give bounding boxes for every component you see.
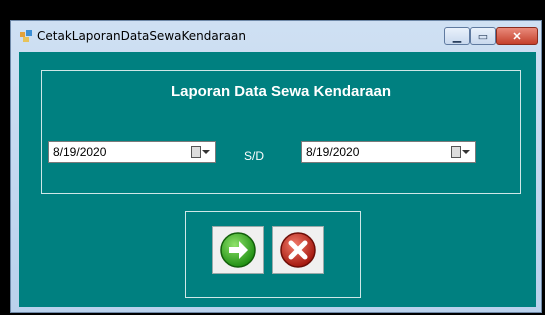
title-bar[interactable]: CetakLaporanDataSewaKendaraan ▁ ▭ ✕ — [11, 21, 541, 51]
red-x-icon — [280, 232, 316, 268]
date-to-picker[interactable]: 8/19/2020 — [301, 141, 476, 163]
close-button[interactable]: ✕ — [496, 27, 538, 45]
green-arrow-right-icon — [220, 232, 256, 268]
report-heading: Laporan Data Sewa Kendaraan — [170, 83, 392, 100]
calendar-dropdown-icon[interactable] — [451, 145, 470, 159]
window-title: CetakLaporanDataSewaKendaraan — [37, 29, 246, 43]
action-button-group — [185, 211, 361, 298]
date-to-value: 8/19/2020 — [306, 145, 360, 159]
minimize-icon: ▁ — [452, 30, 462, 43]
minimize-button[interactable]: ▁ — [444, 27, 470, 45]
date-from-value: 8/19/2020 — [53, 145, 107, 159]
report-filter-group: Laporan Data Sewa Kendaraan 8/19/2020 S/… — [41, 70, 521, 194]
cancel-button[interactable] — [272, 226, 324, 274]
app-window: CetakLaporanDataSewaKendaraan ▁ ▭ ✕ Lapo… — [10, 20, 542, 313]
maximize-button[interactable]: ▭ — [470, 27, 496, 45]
form-client-area: Laporan Data Sewa Kendaraan 8/19/2020 S/… — [19, 52, 536, 307]
date-from-picker[interactable]: 8/19/2020 — [48, 141, 216, 163]
maximize-icon: ▭ — [477, 30, 489, 43]
date-range-separator: S/D — [244, 149, 265, 163]
print-report-button[interactable] — [212, 226, 264, 274]
app-icon — [20, 30, 32, 42]
close-icon: ✕ — [512, 30, 522, 43]
calendar-dropdown-icon[interactable] — [191, 145, 210, 159]
